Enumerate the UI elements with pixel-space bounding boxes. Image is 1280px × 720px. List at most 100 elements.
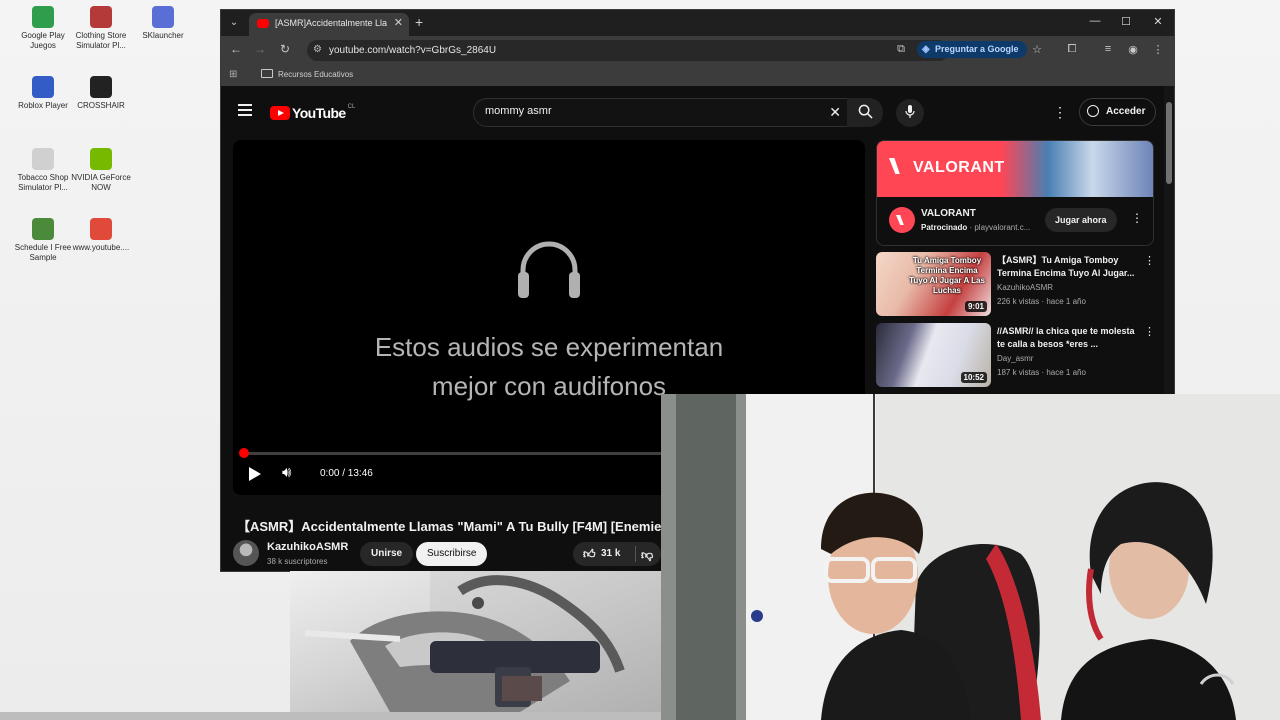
valorant-logo-icon (889, 158, 900, 174)
play-now-button[interactable]: Jugar ahora (1045, 208, 1117, 232)
search-input[interactable]: mommy asmr ✕ (473, 98, 848, 127)
ad-banner-image[interactable]: VALORANT (877, 141, 1153, 197)
sponsored-label: Patrocinado (921, 223, 968, 232)
desktop-app-icon (90, 76, 112, 98)
voice-search-button[interactable] (896, 99, 924, 127)
browser-menu-icon[interactable]: ⋮ (1151, 43, 1165, 56)
new-tab-button[interactable]: + (415, 14, 423, 30)
video-thumbnail[interactable]: 10:52 (876, 323, 991, 387)
desktop-app-icon (152, 6, 174, 28)
more-options-icon[interactable]: ⋮ (1144, 325, 1155, 338)
clear-search-icon[interactable]: ✕ (829, 104, 841, 121)
more-options-icon[interactable]: ⋮ (1144, 254, 1155, 267)
recommended-video[interactable]: 10:52 //ASMR// la chica que te molesta t… (876, 323, 1166, 389)
desktop-icon[interactable]: CROSSHAIR (70, 76, 132, 111)
thumbs-up-icon[interactable]: 👍︎ (583, 542, 596, 566)
search-button[interactable] (847, 98, 883, 127)
desktop-icon-label: Roblox Player (18, 101, 68, 110)
bookmark-recursos-educativos[interactable]: Recursos Educativos (261, 69, 353, 79)
join-button[interactable]: Unirse (360, 542, 414, 566)
desktop-icon-label: Clothing Store Simulator Pl... (75, 31, 127, 50)
advertiser-logo (889, 207, 915, 233)
subscriber-count: 38 k suscriptores (267, 557, 328, 566)
country-code: CL (347, 104, 356, 110)
like-count: 31 k (601, 548, 621, 559)
volume-icon[interactable]: 🔊︎ (282, 464, 291, 481)
tab-search-button[interactable]: ⌄ (225, 14, 243, 32)
folder-icon (261, 69, 273, 78)
like-divider (635, 546, 636, 562)
player-message-line1: Estos audios se experimentan (374, 332, 724, 362)
ad-banner-logo: VALORANT (889, 158, 1005, 177)
desktop-app-icon (90, 218, 112, 240)
desktop-app-icon (32, 76, 54, 98)
bookmark-label: Recursos Educativos (278, 70, 354, 79)
browser-tab[interactable]: [ASMR]Accidentalmente Llama ✕ (249, 13, 409, 36)
desktop-icon[interactable]: www.youtube.... (70, 218, 132, 253)
scrubber-handle[interactable] (239, 448, 250, 458)
bookmark-star-icon[interactable]: ☆ (1030, 43, 1044, 56)
video-thumbnail[interactable]: Tu Amiga Tomboy Termina Encima Tuyo Al J… (876, 252, 991, 316)
reload-button[interactable]: ↻ (277, 42, 293, 56)
like-dislike-button[interactable]: 👍︎ 31 k 👎︎ (573, 542, 661, 566)
youtube-favicon-icon (257, 19, 269, 28)
hand-with-gun-illustration (304, 571, 661, 712)
video-duration: 9:01 (964, 301, 987, 312)
recommended-title[interactable]: //ASMR// la chica que te molesta te call… (997, 325, 1137, 351)
headphones-icon (518, 241, 580, 298)
thumbs-down-icon[interactable]: 👎︎ (641, 543, 653, 567)
subscribe-button[interactable]: Suscribirse (416, 542, 488, 566)
url-text: youtube.com/watch?v=GbrGs_2864U (329, 45, 497, 56)
desktop-icon[interactable]: Google Play Juegos (12, 6, 74, 51)
tab-title: [ASMR]Accidentalmente Llama (275, 18, 387, 28)
media-controls-icon[interactable]: ≡ (1101, 43, 1115, 55)
time-display: 0:00 / 13:46 (320, 468, 373, 479)
youtube-logo[interactable]: YouTube CL (270, 104, 355, 122)
extensions-icon[interactable]: ⧠ (1065, 43, 1079, 56)
desktop-app-icon (90, 6, 112, 28)
desktop-icon[interactable]: Roblox Player (12, 76, 74, 111)
maximize-button[interactable]: ☐ (1116, 15, 1136, 28)
tab-close-icon[interactable]: ✕ (394, 16, 403, 29)
account-icon (1087, 105, 1099, 117)
ad-more-icon[interactable]: ⋮ (1131, 211, 1143, 225)
hamburger-menu-icon[interactable] (238, 104, 252, 119)
ad-banner-text: VALORANT (913, 159, 1005, 176)
apps-grid-icon[interactable]: ⊞ (229, 69, 237, 80)
address-bar[interactable]: ⚙ youtube.com/watch?v=GbrGs_2864U (307, 40, 949, 61)
recommended-channel[interactable]: KazuhikoASMR (997, 283, 1053, 292)
webcam-feed (661, 394, 1280, 720)
ad-title: VALORANT (921, 208, 976, 219)
recommended-video[interactable]: Tu Amiga Tomboy Termina Encima Tuyo Al J… (876, 252, 1166, 318)
settings-more-icon[interactable]: ⋮ (1053, 104, 1067, 121)
channel-avatar[interactable] (233, 540, 259, 566)
recommended-channel[interactable]: Day_asmr (997, 354, 1033, 363)
browser-toolbar: ← → ↻ ⚙ youtube.com/watch?v=GbrGs_2864U … (221, 36, 1174, 64)
install-app-icon[interactable]: ⧉ (894, 43, 908, 56)
forward-button[interactable]: → (252, 42, 268, 56)
desktop-icon[interactable]: SKlauncher (132, 6, 194, 41)
minimize-button[interactable]: — (1085, 15, 1105, 27)
desktop-icon[interactable]: Clothing Store Simulator Pl... (70, 6, 132, 51)
desktop-icon[interactable]: NVIDIA GeForce NOW (70, 148, 132, 193)
desktop-app-icon (90, 148, 112, 170)
back-button[interactable]: ← (228, 42, 244, 56)
ad-domain: · playvalorant.c... (967, 223, 1031, 232)
ask-google-button[interactable]: ◈ Preguntar a Google (917, 41, 1027, 58)
play-icon[interactable] (249, 467, 261, 481)
channel-name[interactable]: KazuhikoASMR (267, 541, 348, 553)
sign-in-button[interactable]: Acceder (1079, 98, 1157, 126)
bookmarks-bar: ⊞ Recursos Educativos (221, 64, 1174, 87)
close-window-button[interactable]: ✕ (1148, 15, 1168, 28)
desktop-icon[interactable]: Schedule I Free Sample (12, 218, 74, 263)
scrollbar-thumb[interactable] (1166, 102, 1172, 184)
site-info-icon[interactable]: ⚙ (313, 44, 322, 55)
sponsored-ad[interactable]: VALORANT VALORANT Patrocinado · playvalo… (876, 140, 1154, 246)
webcam-overlay (661, 394, 1280, 720)
desktop-icon-label: Google Play Juegos (21, 31, 65, 50)
desktop-icon-label: SKlauncher (142, 31, 184, 40)
recommended-title[interactable]: 【ASMR】Tu Amiga Tomboy Termina Encima Tuy… (997, 254, 1137, 280)
desktop-app-icon (32, 148, 54, 170)
profile-icon[interactable]: ◉ (1126, 43, 1140, 56)
desktop-icon[interactable]: Tobacco Shop Simulator Pl... (12, 148, 74, 193)
